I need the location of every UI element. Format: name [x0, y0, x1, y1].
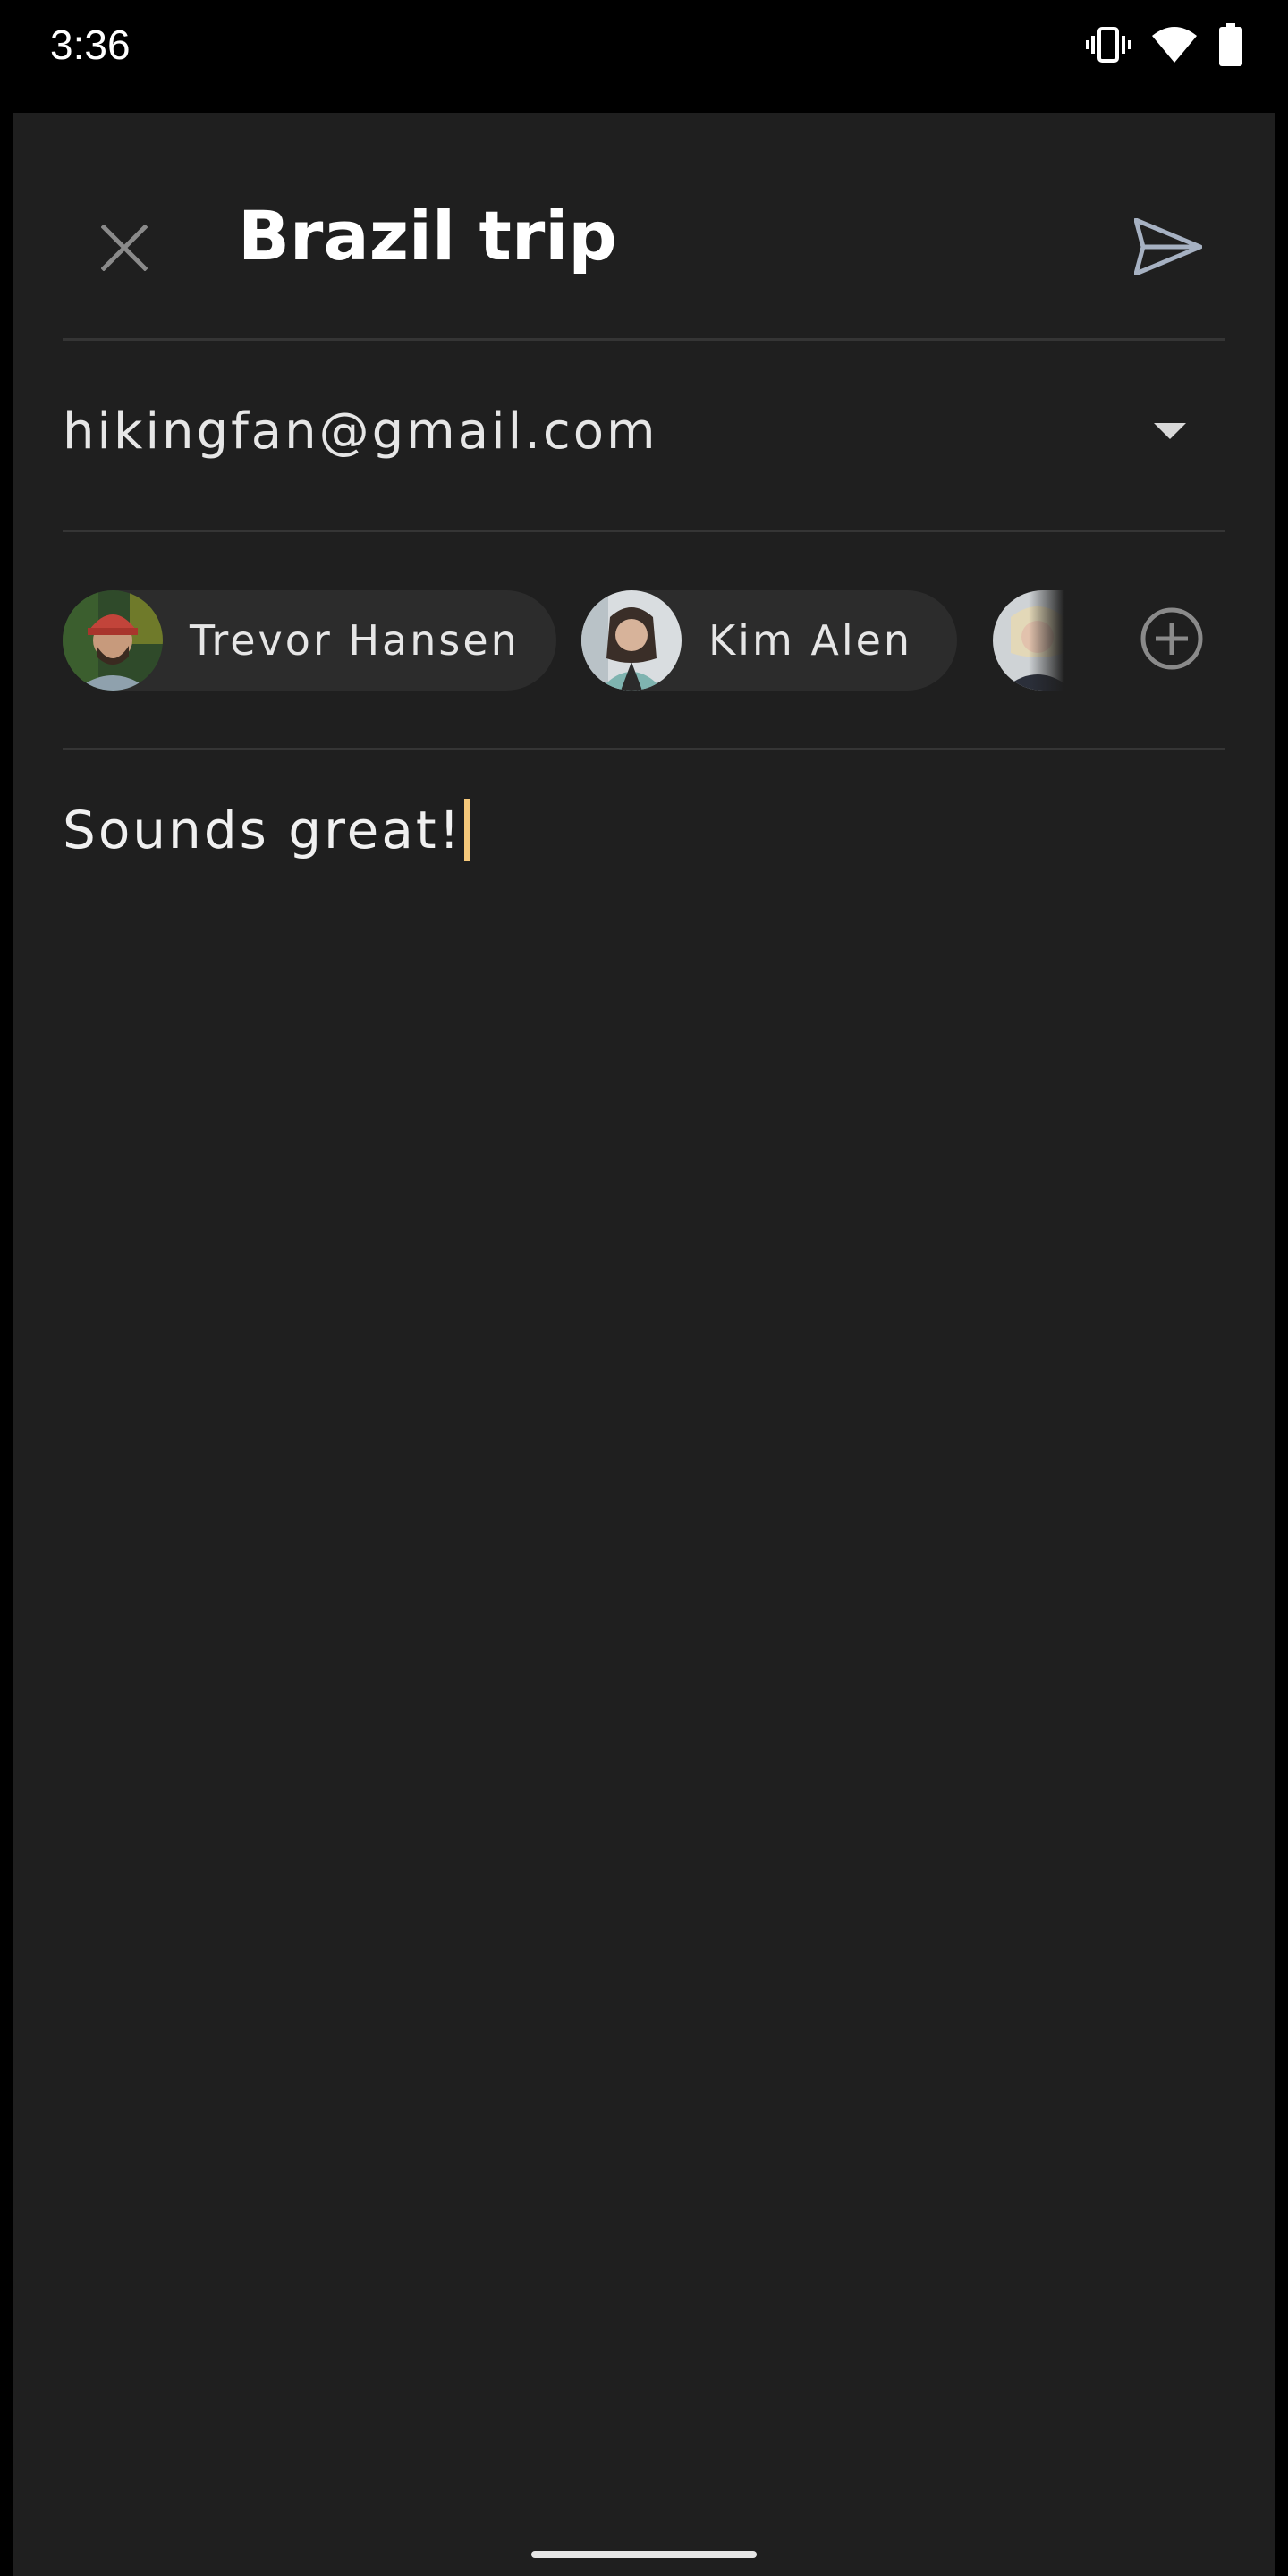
status-time: 3:36	[50, 21, 131, 68]
send-button[interactable]	[1118, 199, 1218, 299]
status-bar: 3:36	[0, 0, 1288, 113]
recipient-name: Kim Alen	[708, 616, 913, 665]
compose-header: Brazil trip	[13, 113, 1275, 338]
add-recipient-button[interactable]	[1118, 587, 1225, 694]
close-icon	[100, 224, 148, 275]
add-circle-icon	[1140, 606, 1204, 674]
battery-icon	[1218, 23, 1243, 66]
arrow-drop-down-icon	[1152, 421, 1188, 445]
page-title: Brazil trip	[238, 196, 617, 275]
avatar	[993, 590, 1064, 691]
recipient-name: Trevor Hansen	[190, 616, 520, 665]
divider-recipients	[63, 748, 1225, 750]
compose-sheet: Brazil trip hikingfan@gmail.com Trevor H…	[13, 113, 1275, 2576]
from-email: hikingfan@gmail.com	[63, 402, 658, 461]
avatar	[581, 590, 682, 691]
account-dropdown-button[interactable]	[1134, 397, 1206, 469]
avatar	[63, 590, 163, 691]
send-icon	[1133, 217, 1203, 279]
recipient-chip[interactable]: Kim Alen	[581, 590, 957, 691]
close-button[interactable]	[80, 206, 168, 293]
message-body-text: Sounds great!	[63, 800, 462, 860]
status-icons	[1086, 20, 1243, 70]
vibrate-icon	[1086, 25, 1131, 64]
wifi-icon	[1150, 25, 1199, 64]
recipient-chip[interactable]: Trevor Hansen	[63, 590, 556, 691]
text-cursor	[463, 798, 470, 861]
recipients-row: Trevor Hansen Kim Alen	[63, 531, 1225, 748]
home-indicator[interactable]	[531, 2551, 757, 2558]
message-body-input[interactable]: Sounds great!	[63, 776, 1225, 884]
from-account-row[interactable]: hikingfan@gmail.com	[63, 338, 1225, 526]
recipient-chip-partial[interactable]	[993, 590, 1064, 691]
